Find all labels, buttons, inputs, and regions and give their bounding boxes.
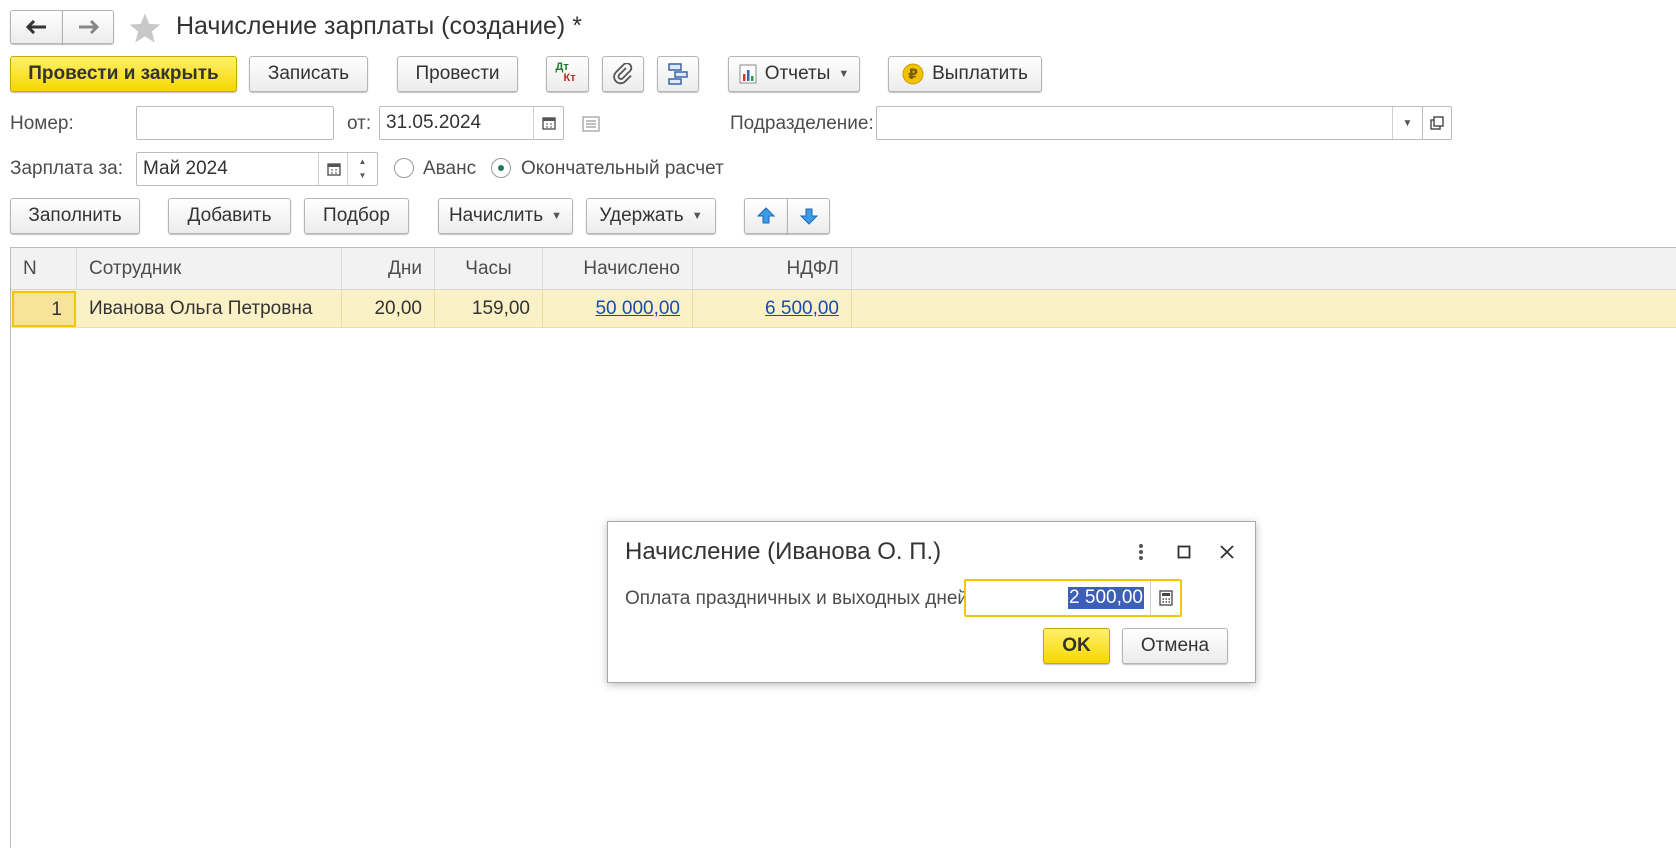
forward-button[interactable] xyxy=(62,10,114,44)
calculator-icon[interactable] xyxy=(1150,581,1180,615)
column-header-ndfl[interactable]: НДФЛ xyxy=(693,248,852,290)
chevron-down-icon: ▼ xyxy=(551,210,563,222)
reports-button[interactable]: Отчеты ▼ xyxy=(728,56,860,92)
page-title: Начисление зарплаты (создание) * xyxy=(176,12,582,40)
ruble-coin-icon: ₽ xyxy=(902,63,924,85)
column-header-accrued[interactable]: Начислено xyxy=(543,248,693,290)
comment-list-icon[interactable] xyxy=(580,113,602,135)
period-stepper[interactable]: ▲ ▼ xyxy=(347,153,377,185)
report-chart-icon xyxy=(739,64,757,84)
final-calculation-label: Окончательный расчет xyxy=(521,158,724,179)
move-down-button[interactable] xyxy=(787,198,830,234)
structure-button[interactable] xyxy=(657,56,699,92)
number-field[interactable] xyxy=(136,106,334,140)
cancel-button[interactable]: Отмена xyxy=(1122,628,1228,664)
open-window-icon xyxy=(1430,116,1444,130)
division-field[interactable]: ▼ xyxy=(876,106,1423,140)
table-row[interactable]: 1 Иванова Ольга Петровна 20,00 159,00 50… xyxy=(11,290,1676,328)
arrow-right-icon xyxy=(79,20,99,34)
dialog-title: Начисление (Иванова О. П.) xyxy=(625,538,942,565)
division-label: Подразделение: xyxy=(730,113,874,134)
days-cell[interactable]: 20,00 xyxy=(342,290,435,328)
dt-kt-button[interactable]: Дт Кт xyxy=(546,56,589,92)
accrued-cell[interactable]: 50 000,00 xyxy=(543,290,693,328)
arrow-up-icon xyxy=(756,207,776,224)
hierarchy-icon xyxy=(668,63,688,85)
dropdown-arrow-icon[interactable]: ▼ xyxy=(1392,107,1422,139)
number-label: Номер: xyxy=(10,113,74,134)
arrow-left-icon xyxy=(25,20,46,34)
column-header-days[interactable]: Дни xyxy=(342,248,435,290)
arrow-down-icon xyxy=(799,208,818,225)
stepper-down-icon[interactable]: ▼ xyxy=(359,169,367,183)
salary-for-label: Зарплата за: xyxy=(10,158,124,179)
holiday-pay-label: Оплата праздничных и выходных дней: xyxy=(625,588,974,609)
final-calculation-radio[interactable] xyxy=(491,158,511,178)
pick-button[interactable]: Подбор xyxy=(304,198,409,234)
column-header-n[interactable]: N xyxy=(11,248,77,290)
column-header-employee[interactable]: Сотрудник xyxy=(77,248,342,290)
accrued-link[interactable]: 50 000,00 xyxy=(595,298,680,319)
advance-radio[interactable] xyxy=(394,158,414,178)
back-button[interactable] xyxy=(10,10,63,44)
maximize-icon[interactable] xyxy=(1172,540,1196,564)
pay-button[interactable]: ₽ Выплатить xyxy=(888,56,1042,92)
calendar-icon[interactable] xyxy=(318,153,348,185)
date-label: от: xyxy=(347,113,372,134)
date-field[interactable]: 31.05.2024 xyxy=(379,106,564,140)
employee-cell[interactable]: Иванова Ольга Петровна xyxy=(77,290,342,328)
ndfl-cell[interactable]: 6 500,00 xyxy=(693,290,852,328)
save-button[interactable]: Записать xyxy=(249,56,368,92)
favorite-star-icon[interactable] xyxy=(126,10,164,46)
column-header-hours[interactable]: Часы xyxy=(435,248,543,290)
svg-text:₽: ₽ xyxy=(908,67,918,83)
holiday-pay-field[interactable]: 2 500,00 xyxy=(964,579,1182,617)
deduct-button[interactable]: Удержать ▼ xyxy=(586,198,716,234)
advance-label: Аванс xyxy=(423,158,477,179)
close-icon[interactable] xyxy=(1215,540,1239,564)
chevron-down-icon: ▼ xyxy=(691,210,703,222)
post-and-close-button[interactable]: Провести и закрыть xyxy=(10,56,237,92)
ok-button[interactable]: OK xyxy=(1043,628,1110,664)
table-header: N Сотрудник Дни Часы Начислено НДФЛ xyxy=(11,248,1676,290)
fill-button[interactable]: Заполнить xyxy=(10,198,140,234)
more-options-icon[interactable] xyxy=(1131,540,1151,564)
paperclip-icon xyxy=(613,63,633,85)
accrual-dialog: Начисление (Иванова О. П.) Оплата праздн… xyxy=(607,521,1256,683)
post-button[interactable]: Провести xyxy=(397,56,518,92)
open-division-button[interactable] xyxy=(1422,106,1452,140)
add-button[interactable]: Добавить xyxy=(168,198,291,234)
salary-period-field[interactable]: Май 2024 ▲ ▼ xyxy=(136,152,378,186)
accrue-button[interactable]: Начислить ▼ xyxy=(438,198,573,234)
dt-kt-icon: Дт Кт xyxy=(555,61,576,84)
calendar-icon[interactable] xyxy=(533,107,563,139)
chevron-down-icon: ▼ xyxy=(838,68,850,80)
attach-button[interactable] xyxy=(602,56,644,92)
ndfl-link[interactable]: 6 500,00 xyxy=(765,298,839,319)
row-number-cell[interactable]: 1 xyxy=(12,291,76,327)
move-up-button[interactable] xyxy=(744,198,788,234)
stepper-up-icon[interactable]: ▲ xyxy=(359,155,367,169)
hours-cell[interactable]: 159,00 xyxy=(435,290,543,328)
